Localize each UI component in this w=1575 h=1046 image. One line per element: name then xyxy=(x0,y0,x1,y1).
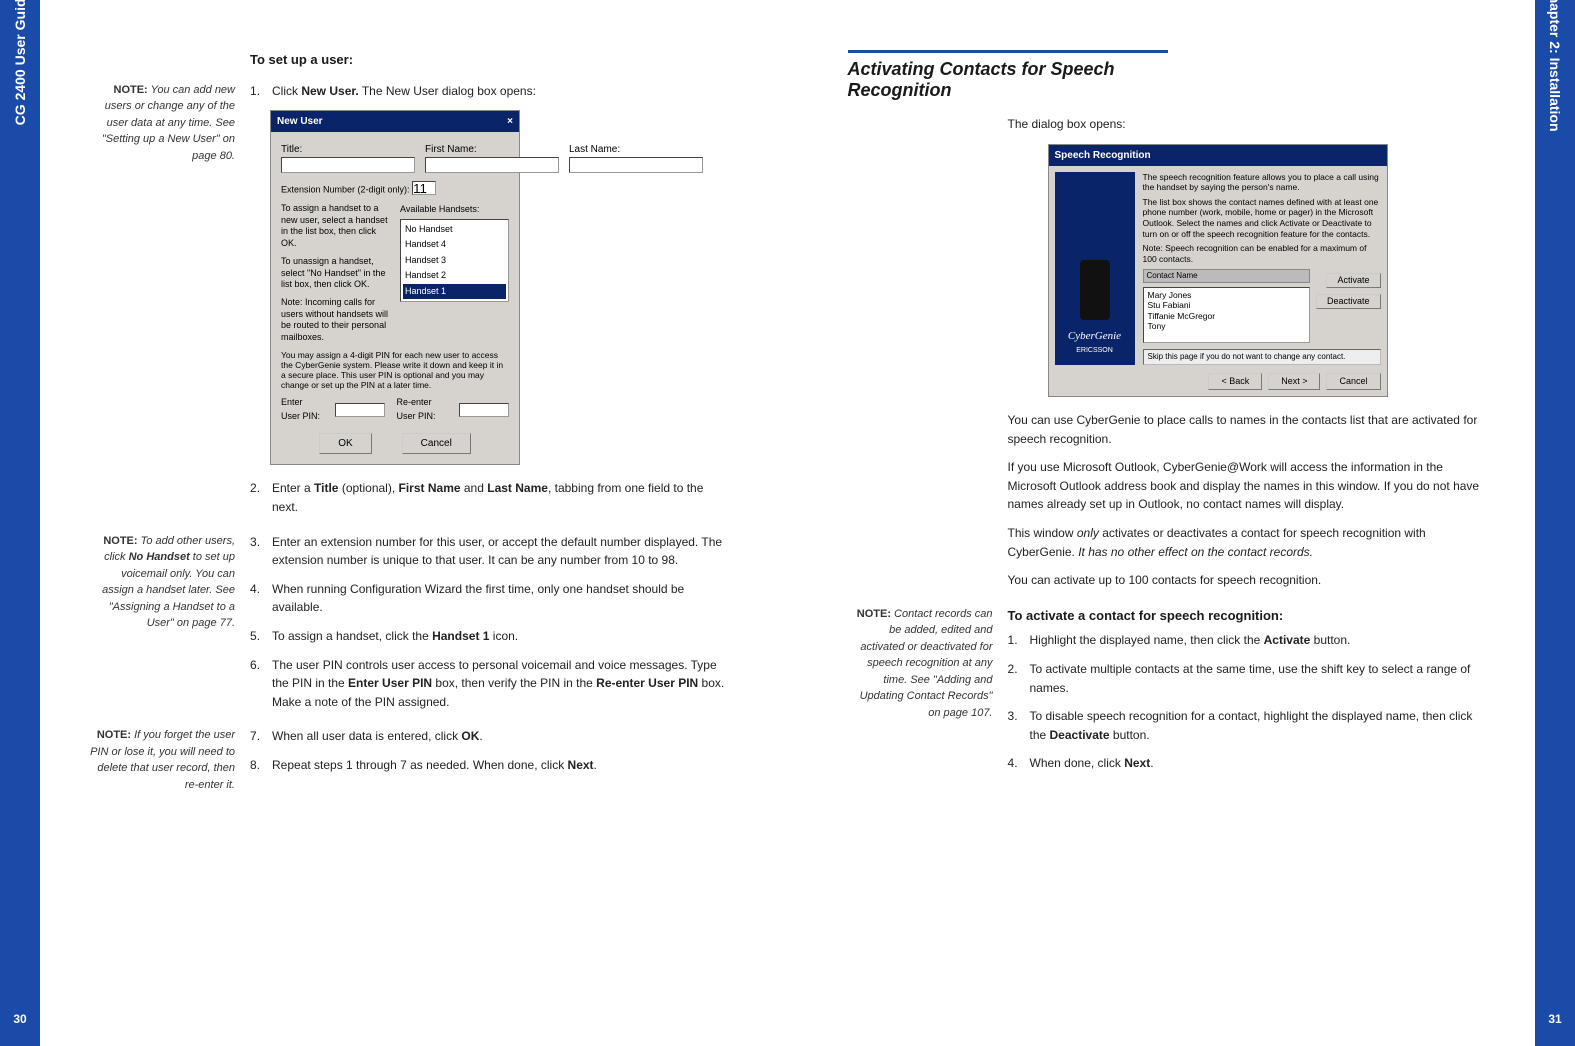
margin-note-3: NOTE: If you forget the user PIN or lose… xyxy=(90,727,250,793)
sr-sidebar: CyberGenie ERICSSON xyxy=(1055,172,1135,365)
right-tab-label: Chapter 2: Installation xyxy=(1547,0,1563,132)
right-p1: You can use CyberGenie to place calls to… xyxy=(1008,411,1486,448)
left-steps-3: Enter an extension number for this user,… xyxy=(250,533,728,712)
new-user-dialog-figure: New User × Title: First Name: Last Name:… xyxy=(270,110,520,465)
pin-reenter-input xyxy=(459,403,509,417)
step-7: When all user data is entered, click OK. xyxy=(250,727,728,746)
right-margin-note: NOTE: Contact records can be added, edit… xyxy=(848,606,1008,783)
section-title: Activating Contacts for Speech Recogniti… xyxy=(848,50,1168,101)
step-5: To assign a handset, click the Handset 1… xyxy=(250,627,728,646)
right-p4: You can activate up to 100 contacts for … xyxy=(1008,571,1486,590)
left-heading: To set up a user: xyxy=(250,50,728,70)
phone-icon xyxy=(1080,260,1110,320)
step-8: Repeat steps 1 through 7 as needed. When… xyxy=(250,756,728,775)
r-step-3: To disable speech recognition for a cont… xyxy=(1008,707,1486,744)
speech-recognition-dialog-figure: Speech Recognition CyberGenie ERICSSON T… xyxy=(1048,144,1388,398)
sr-titlebar: Speech Recognition xyxy=(1049,145,1387,166)
page-left: CG 2400 User Guide 30 To set up a user: … xyxy=(0,0,788,1046)
right-subheading: To activate a contact for speech recogni… xyxy=(1008,606,1486,626)
step-6: The user PIN controls user access to per… xyxy=(250,656,728,712)
margin-note-2: NOTE: To add other users, click No Hands… xyxy=(90,533,250,722)
margin-note-1: NOTE: You can add new users or change an… xyxy=(90,82,250,527)
deactivate-button: Deactivate xyxy=(1316,294,1381,309)
right-steps: Highlight the displayed name, then click… xyxy=(1008,631,1486,773)
left-steps-1: Click New User. The New User dialog box … xyxy=(250,82,728,101)
activate-button: Activate xyxy=(1326,273,1380,288)
back-button: < Back xyxy=(1208,373,1262,391)
r-step-1: Highlight the displayed name, then click… xyxy=(1008,631,1486,650)
right-p2: If you use Microsoft Outlook, CyberGenie… xyxy=(1008,458,1486,514)
extension-input xyxy=(412,181,436,195)
right-side-tab: Chapter 2: Installation xyxy=(1535,0,1575,1046)
lastname-input xyxy=(569,157,703,173)
pin-input xyxy=(335,403,385,417)
r-step-4: When done, click Next. xyxy=(1008,754,1486,773)
title-input xyxy=(281,157,415,173)
ok-button: OK xyxy=(319,433,371,454)
left-tab-label: CG 2400 User Guide xyxy=(12,0,28,125)
next-button: Next > xyxy=(1268,373,1320,391)
step-4: When running Configuration Wizard the fi… xyxy=(250,580,728,617)
close-icon: × xyxy=(507,114,513,129)
step-2: Enter a Title (optional), First Name and… xyxy=(250,479,728,516)
left-steps-7: When all user data is entered, click OK.… xyxy=(250,727,728,774)
contact-list: Mary Jones Stu Fabiani Tiffanie McGregor… xyxy=(1143,287,1310,343)
right-p3: This window only activates or deactivate… xyxy=(1008,524,1486,561)
page-right: Chapter 2: Installation 31 Activating Co… xyxy=(788,0,1575,1046)
step-3: Enter an extension number for this user,… xyxy=(250,533,728,570)
step-1: Click New User. The New User dialog box … xyxy=(250,82,728,101)
r-step-2: To activate multiple contacts at the sam… xyxy=(1008,660,1486,697)
cancel-button-sr: Cancel xyxy=(1326,373,1380,391)
left-side-tab: CG 2400 User Guide xyxy=(0,0,40,1046)
cancel-button: Cancel xyxy=(402,433,471,454)
handset-list: No Handset Handset 4 Handset 3 Handset 2… xyxy=(400,219,509,303)
dialog-titlebar: New User × xyxy=(271,111,519,132)
firstname-input xyxy=(425,157,559,173)
page-number-left: 30 xyxy=(0,1012,40,1026)
page-number-right: 31 xyxy=(1535,1012,1575,1026)
dialog-opens-text: The dialog box opens: xyxy=(1008,115,1486,134)
left-steps-2: Enter a Title (optional), First Name and… xyxy=(250,479,728,516)
